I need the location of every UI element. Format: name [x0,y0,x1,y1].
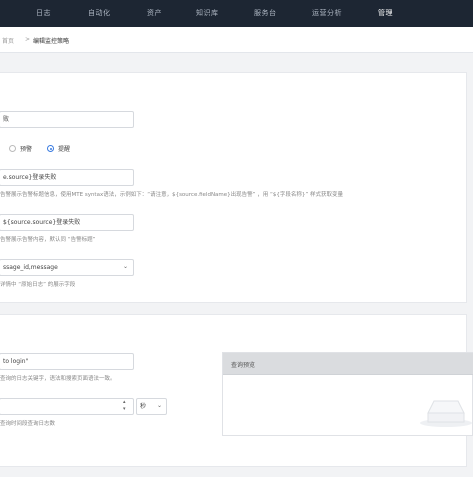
breadcrumb-separator: > [25,36,31,43]
empty-data-icon [420,400,472,427]
display-fields-hint: 详情中 “原始日志” 的展示字段 [0,282,76,288]
nav-item-knowledge[interactable]: 知识库 [196,8,219,18]
alert-content-input[interactable]: ${source.source}登录失败 [0,214,134,231]
nav-item-service-desk[interactable]: 服务台 [254,8,277,18]
level-label-remind: 提醒 [58,146,71,153]
top-navigation: 日志 自动化 资产 知识库 服务台 运营分析 管理 [0,0,473,27]
breadcrumb-parent[interactable]: 首页 [2,36,14,45]
chevron-down-icon[interactable]: ⌄ [123,263,128,270]
chevron-down-icon[interactable]: ⌄ [157,402,162,409]
policy-name-input[interactable]: 败 [0,111,134,128]
breadcrumb-current: 编辑监控策略 [33,38,70,45]
alert-title-hint: 告警展示告警标题信息，使用MTE syntax语法，示例如下：“请注意，${so… [0,192,343,198]
stepper-up-icon[interactable]: ▴ [123,399,126,405]
stepper-down-icon[interactable]: ▾ [123,406,126,412]
nav-item-automation[interactable]: 自动化 [88,8,111,18]
interval-hint: 查询时间段查询日志数 [0,421,56,427]
nav-item-logs[interactable]: 日志 [36,8,51,18]
nav-item-admin[interactable]: 管理 [378,8,393,18]
interval-number-input[interactable] [0,398,134,415]
interval-unit-select[interactable]: 秒 [136,398,167,415]
nav-item-assets[interactable]: 资产 [147,8,162,18]
level-radio-remind[interactable] [47,145,54,152]
query-preview-header: 查询预览 [223,353,473,375]
query-preview-title: 查询预览 [231,362,256,369]
alert-title-input[interactable]: e.source}登录失败 [0,169,134,186]
query-keyword-hint: 查询的日志关键字，语法和搜索页面语法一致。 [0,376,116,382]
query-preview-panel: 查询预览 [222,352,473,436]
nav-item-analytics[interactable]: 运营分析 [312,8,342,18]
level-label-warning: 预警 [20,146,33,153]
breadcrumb: 首页 > 编辑监控策略 [0,27,473,53]
basic-settings-card: 败 预警 提醒 e.source}登录失败 告警展示告警标题信息，使用MTE s… [0,72,467,303]
alert-content-hint: 告警展示告警内容，默认同 “告警标题” [0,237,96,243]
query-keyword-input[interactable]: to login" [0,353,134,370]
level-radio-warning[interactable] [9,145,16,152]
display-fields-select[interactable]: ssage_id,message [0,259,134,276]
